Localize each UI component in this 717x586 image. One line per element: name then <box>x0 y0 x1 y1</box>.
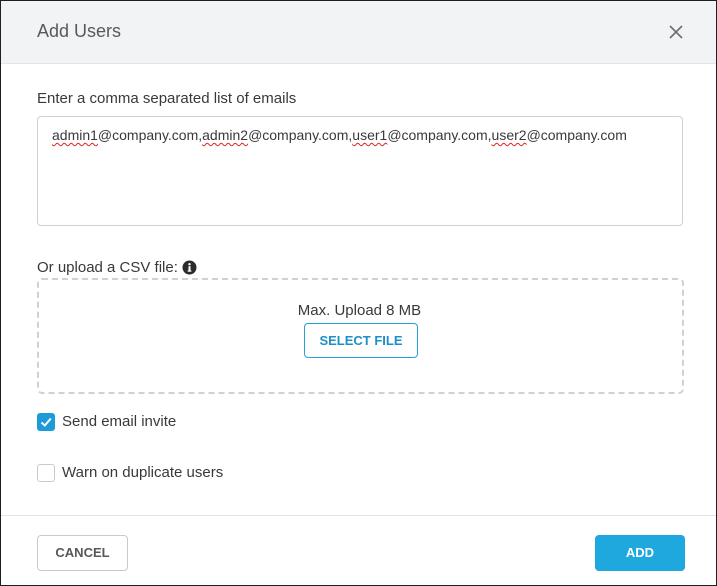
add-users-dialog: Add Users Enter a comma separated list o… <box>0 0 717 586</box>
send-invite-checkbox[interactable] <box>37 413 55 431</box>
emails-textarea[interactable] <box>37 116 683 226</box>
footer-divider <box>1 515 716 516</box>
select-file-button[interactable]: SELECT FILE <box>304 323 418 358</box>
warn-duplicates-label: Warn on duplicate users <box>62 464 224 481</box>
upload-limit-text: Max. Upload 8 MB <box>297 302 422 319</box>
send-invite-label: Send email invite <box>62 413 177 430</box>
dialog-title: Add Users <box>37 21 122 41</box>
info-icon[interactable] <box>182 260 197 275</box>
cancel-button[interactable]: CANCEL <box>37 535 128 571</box>
warn-duplicates-checkbox[interactable] <box>37 464 55 482</box>
close-icon[interactable] <box>665 21 687 43</box>
csv-upload-label: Or upload a CSV file: <box>37 259 178 276</box>
emails-label: Enter a comma separated list of emails <box>37 90 297 107</box>
dialog-header: Add Users <box>1 1 716 64</box>
add-button[interactable]: ADD <box>595 535 685 571</box>
